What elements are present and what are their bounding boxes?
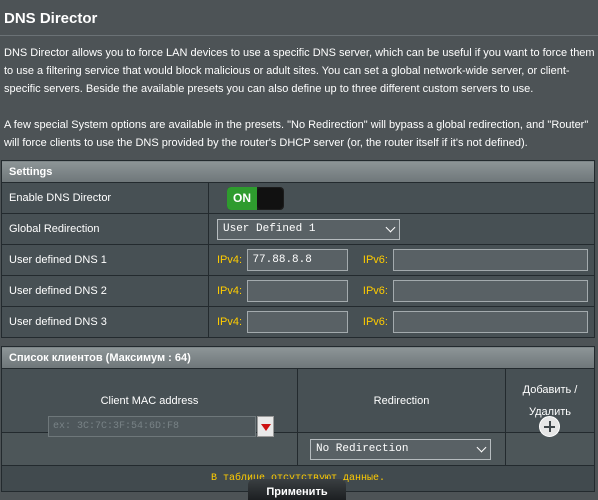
dns-3-label: User defined DNS 3 (1, 306, 209, 338)
dns-1-ipv4-input[interactable]: 77.88.8.8 (247, 249, 349, 271)
dns-3-cell: IPv4: IPv6: (208, 306, 595, 338)
enable-row: Enable DNS Director ON (1, 182, 595, 214)
redirection-cell: No Redirection (297, 432, 506, 466)
description-paragraph-1: DNS Director allows you to force LAN dev… (4, 47, 595, 95)
page-title: DNS Director (4, 10, 98, 27)
dns-2-ipv6-input[interactable] (393, 280, 589, 302)
client-entry-row: No Redirection (1, 432, 595, 466)
dns-row-3: User defined DNS 3 IPv4: IPv6: (1, 306, 595, 338)
ipv6-label: IPv6: (362, 316, 388, 328)
mac-dropdown-button[interactable] (257, 416, 274, 437)
plus-circle-icon[interactable] (539, 416, 560, 437)
title-divider (0, 35, 598, 36)
global-redirection-value: User Defined 1 (223, 222, 316, 235)
add-cell (505, 432, 595, 466)
ipv6-label: IPv6: (362, 254, 388, 266)
chevron-down-icon (476, 442, 487, 452)
global-redirection-cell: User Defined 1 (208, 213, 595, 245)
ipv6-label: IPv6: (362, 285, 388, 297)
ipv4-label: IPv4: (217, 316, 243, 328)
ipv4-label: IPv4: (217, 285, 243, 297)
dns-1-cell: IPv4: 77.88.8.8 IPv6: (208, 244, 595, 276)
client-redirection-value: No Redirection (316, 442, 409, 455)
dns-2-label: User defined DNS 2 (1, 275, 209, 307)
enable-value-cell: ON (208, 182, 595, 214)
client-list-header: Список клиентов (Максимум : 64) (1, 346, 595, 369)
global-redirection-label: Global Redirection (1, 213, 209, 245)
client-redirection-select[interactable]: No Redirection (310, 438, 491, 460)
col-action-add-label: Добавить / (522, 383, 578, 396)
dns-row-1: User defined DNS 1 IPv4: 77.88.8.8 IPv6: (1, 244, 595, 276)
dns-row-2: User defined DNS 2 IPv4: IPv6: (1, 275, 595, 307)
toggle-knob (257, 187, 283, 209)
ipv4-label: IPv4: (217, 254, 243, 266)
triangle-down-icon (261, 424, 271, 431)
dns-2-ipv4-input[interactable] (247, 280, 349, 302)
dns-3-ipv4-input[interactable] (247, 311, 349, 333)
global-redirection-select[interactable]: User Defined 1 (217, 218, 400, 240)
global-redirection-row: Global Redirection User Defined 1 (1, 213, 595, 245)
dns-1-ipv6-input[interactable] (393, 249, 589, 271)
toggle-on-label: ON (227, 186, 257, 210)
settings-header: Settings (1, 160, 595, 183)
settings-table: Settings Enable DNS Director ON Global R… (1, 160, 595, 338)
client-mac-input[interactable]: ex: 3C:7C:3F:54:6D:F8 (48, 416, 256, 437)
apply-button[interactable]: Применить (248, 479, 346, 500)
dns-1-label: User defined DNS 1 (1, 244, 209, 276)
mac-cell (1, 432, 298, 466)
dns-2-cell: IPv4: IPv6: (208, 275, 595, 307)
col-redirection-header: Redirection (297, 368, 506, 433)
chevron-down-icon (385, 222, 396, 232)
dns-3-ipv6-input[interactable] (393, 311, 589, 333)
enable-dns-director-toggle[interactable]: ON (227, 186, 284, 210)
description-paragraph-2: A few special System options are availab… (4, 119, 589, 149)
enable-label: Enable DNS Director (1, 182, 209, 214)
